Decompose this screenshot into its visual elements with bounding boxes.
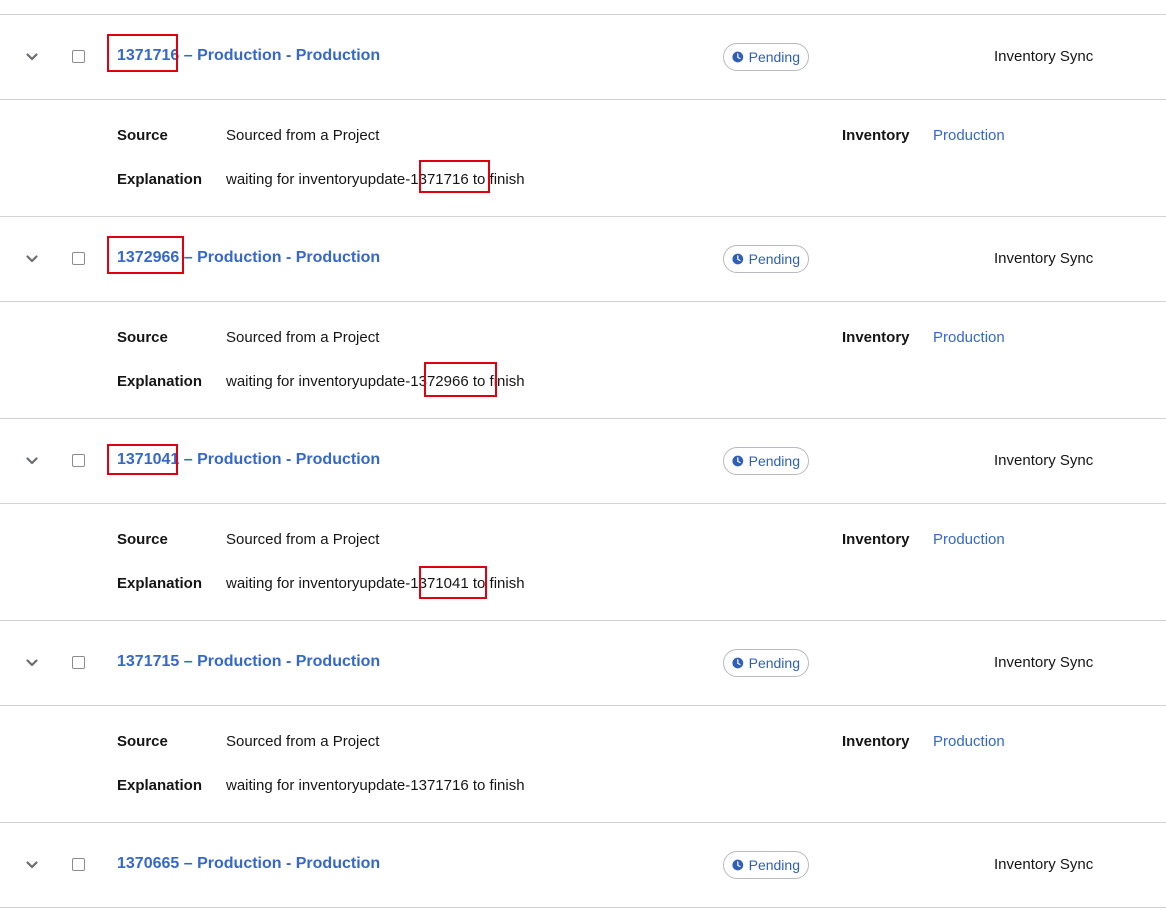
row-select-checkbox[interactable]	[72, 858, 85, 871]
job-row: 1371716 – Production - Production Pendin…	[0, 15, 1166, 100]
status-badge: Pending	[723, 851, 809, 879]
status-badge: Pending	[723, 447, 809, 475]
job-title-link[interactable]: 1371041 – Production - Production	[117, 451, 380, 469]
row-select-checkbox[interactable]	[72, 656, 85, 669]
job-title-link[interactable]: 1371716 – Production - Production	[117, 47, 380, 65]
clock-icon	[732, 455, 744, 467]
source-label: Source	[117, 329, 168, 346]
clock-icon	[732, 51, 744, 63]
explanation-job-id: 1371041	[410, 575, 469, 592]
inventory-link[interactable]: Production	[933, 531, 1005, 548]
source-value: Sourced from a Project	[226, 531, 380, 548]
job-row: 1371041 – Production - Production Pendin…	[0, 419, 1166, 504]
job-title-separator: –	[179, 451, 198, 468]
job-detail-panel: Source Sourced from a Project Explanatio…	[0, 706, 1166, 823]
job-title-separator: –	[179, 855, 198, 872]
job-row: 1372966 – Production - Production Pendin…	[0, 217, 1166, 302]
source-label: Source	[117, 127, 168, 144]
explanation-label: Explanation	[117, 777, 203, 794]
job-type: Inventory Sync	[994, 654, 1094, 671]
job-name: Production - Production	[197, 855, 381, 872]
explanation-suffix: to finish	[468, 171, 525, 188]
job-name: Production - Production	[197, 451, 381, 468]
inventory-label: Inventory	[842, 127, 910, 144]
explanation-job-id: 1371716	[410, 171, 469, 188]
chevron-down-icon[interactable]	[24, 857, 40, 873]
explanation-prefix: waiting for inventoryupdate-	[226, 575, 411, 592]
status-label: Pending	[748, 251, 800, 267]
job-row: 1371715 – Production - Production Pendin…	[0, 621, 1166, 706]
inventory-link[interactable]: Production	[933, 733, 1005, 750]
job-title-link[interactable]: 1372966 – Production - Production	[117, 249, 380, 267]
explanation-label: Explanation	[117, 575, 203, 592]
explanation-suffix: to finish	[468, 575, 525, 592]
job-title-separator: –	[179, 47, 198, 64]
source-value: Sourced from a Project	[226, 127, 380, 144]
job-id: 1371041	[117, 451, 180, 468]
job-name: Production - Production	[197, 653, 381, 670]
job-detail-panel: Source Sourced from a Project Explanatio…	[0, 302, 1166, 419]
clock-icon	[732, 253, 744, 265]
job-type: Inventory Sync	[994, 452, 1094, 469]
row-select-checkbox[interactable]	[72, 50, 85, 63]
inventory-label: Inventory	[842, 733, 910, 750]
job-name: Production - Production	[197, 47, 381, 64]
job-id: 1372966	[117, 249, 180, 266]
status-badge: Pending	[723, 649, 809, 677]
chevron-down-icon[interactable]	[24, 251, 40, 267]
row-divider	[0, 907, 1166, 908]
explanation-label: Explanation	[117, 373, 203, 390]
job-id: 1371716	[117, 47, 180, 64]
status-label: Pending	[748, 857, 800, 873]
inventory-label: Inventory	[842, 329, 910, 346]
job-id: 1371715	[117, 653, 180, 670]
job-title-link[interactable]: 1370665 – Production - Production	[117, 855, 380, 873]
job-title-separator: –	[179, 249, 198, 266]
job-type: Inventory Sync	[994, 48, 1094, 65]
source-label: Source	[117, 531, 168, 548]
explanation-prefix: waiting for inventoryupdate-	[226, 373, 411, 390]
explanation-suffix: to finish	[468, 777, 525, 794]
explanation-value: waiting for inventoryupdate-1372966 to f…	[226, 373, 525, 390]
status-label: Pending	[748, 655, 800, 671]
jobs-list: 1371716 – Production - Production Pendin…	[0, 0, 1166, 916]
clock-icon	[732, 657, 744, 669]
job-name: Production - Production	[197, 249, 381, 266]
row-select-checkbox[interactable]	[72, 454, 85, 467]
chevron-down-icon[interactable]	[24, 655, 40, 671]
source-value: Sourced from a Project	[226, 329, 380, 346]
status-label: Pending	[748, 49, 800, 65]
chevron-down-icon[interactable]	[24, 453, 40, 469]
job-type: Inventory Sync	[994, 250, 1094, 267]
job-type: Inventory Sync	[994, 856, 1094, 873]
explanation-suffix: to finish	[468, 373, 525, 390]
job-title-link[interactable]: 1371715 – Production - Production	[117, 653, 380, 671]
row-select-checkbox[interactable]	[72, 252, 85, 265]
source-value: Sourced from a Project	[226, 733, 380, 750]
explanation-job-id: 1371716	[410, 777, 469, 794]
explanation-prefix: waiting for inventoryupdate-	[226, 777, 411, 794]
status-badge: Pending	[723, 43, 809, 71]
explanation-value: waiting for inventoryupdate-1371716 to f…	[226, 777, 525, 794]
job-id: 1370665	[117, 855, 180, 872]
job-detail-panel: Source Sourced from a Project Explanatio…	[0, 504, 1166, 621]
inventory-link[interactable]: Production	[933, 329, 1005, 346]
explanation-label: Explanation	[117, 171, 203, 188]
clock-icon	[732, 859, 744, 871]
status-badge: Pending	[723, 245, 809, 273]
source-label: Source	[117, 733, 168, 750]
inventory-link[interactable]: Production	[933, 127, 1005, 144]
job-row: 1370665 – Production - Production Pendin…	[0, 823, 1166, 908]
job-title-separator: –	[179, 653, 198, 670]
explanation-prefix: waiting for inventoryupdate-	[226, 171, 411, 188]
chevron-down-icon[interactable]	[24, 49, 40, 65]
explanation-value: waiting for inventoryupdate-1371041 to f…	[226, 575, 525, 592]
explanation-value: waiting for inventoryupdate-1371716 to f…	[226, 171, 525, 188]
job-detail-panel: Source Sourced from a Project Explanatio…	[0, 100, 1166, 217]
status-label: Pending	[748, 453, 800, 469]
explanation-job-id: 1372966	[410, 373, 469, 390]
inventory-label: Inventory	[842, 531, 910, 548]
